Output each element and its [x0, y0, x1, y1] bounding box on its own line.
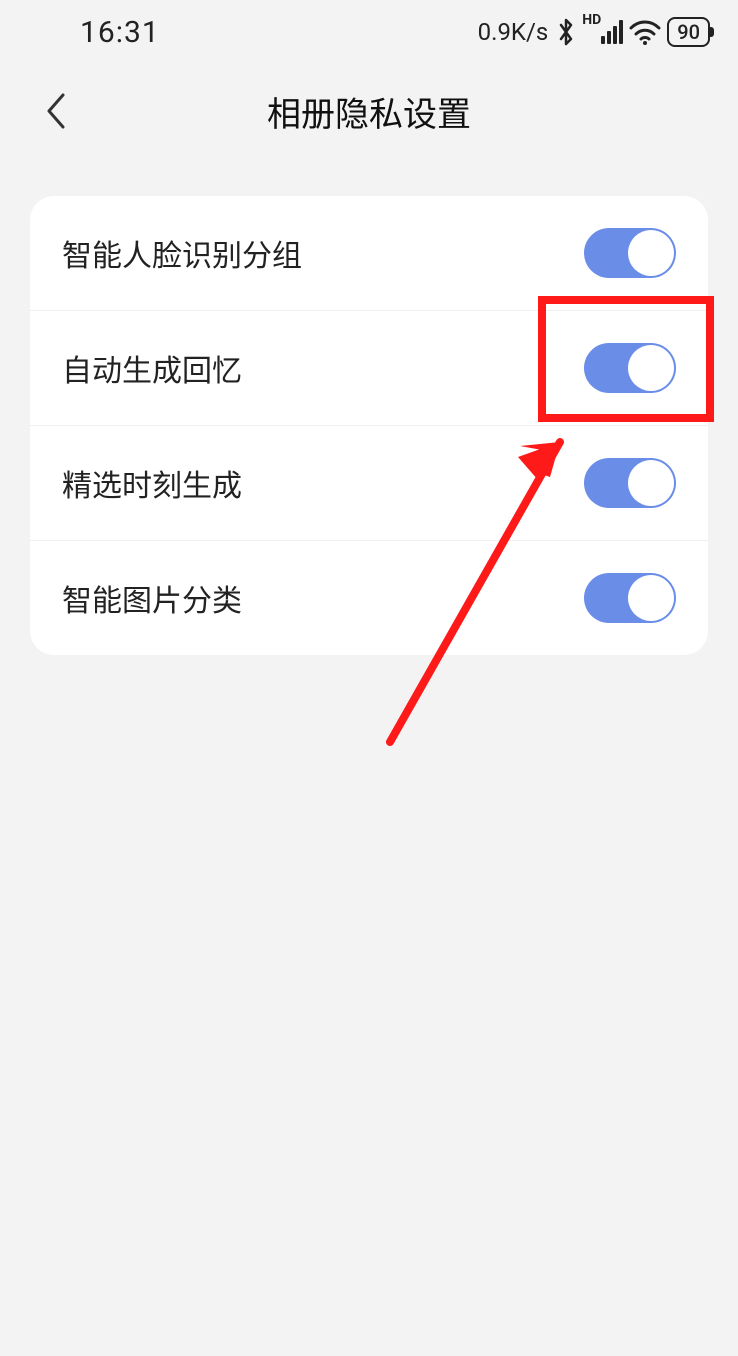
setting-label: 智能图片分类 [62, 576, 242, 620]
battery-level: 90 [677, 20, 700, 44]
setting-label: 自动生成回忆 [62, 346, 242, 390]
signal-icon [601, 20, 623, 44]
setting-row-highlight-moments[interactable]: 精选时刻生成 [30, 426, 708, 541]
bluetooth-icon [556, 17, 576, 47]
page-title: 相册隐私设置 [267, 87, 471, 136]
setting-row-face-group[interactable]: 智能人脸识别分组 [30, 196, 708, 311]
back-button[interactable] [34, 89, 78, 133]
hd-badge: HD [582, 13, 601, 27]
toggle-smart-category[interactable] [584, 573, 676, 623]
setting-label: 智能人脸识别分组 [62, 231, 302, 275]
toggle-face-group[interactable] [584, 228, 676, 278]
setting-row-auto-memories[interactable]: 自动生成回忆 [30, 311, 708, 426]
battery-icon: 90 [667, 17, 710, 47]
status-bar: 16:31 0.9K/s HD 90 [0, 0, 738, 60]
setting-row-smart-category[interactable]: 智能图片分类 [30, 541, 708, 655]
network-speed: 0.9K/s [478, 18, 549, 46]
toggle-highlight-moments[interactable] [584, 458, 676, 508]
status-time: 16:31 [80, 15, 160, 50]
settings-card: 智能人脸识别分组 自动生成回忆 精选时刻生成 智能图片分类 [30, 196, 708, 655]
chevron-left-icon [43, 91, 69, 131]
page-header: 相册隐私设置 [0, 66, 738, 156]
status-right: 0.9K/s HD 90 [478, 17, 710, 47]
toggle-auto-memories[interactable] [584, 343, 676, 393]
setting-label: 精选时刻生成 [62, 461, 242, 505]
wifi-icon [629, 19, 661, 45]
